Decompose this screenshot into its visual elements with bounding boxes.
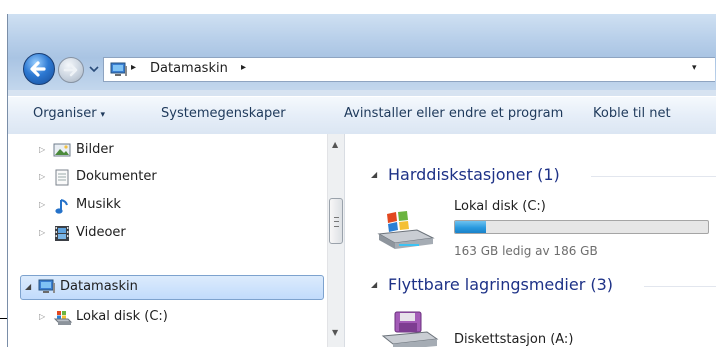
tree-item-label: Lokal disk (C:) [76,309,168,324]
address-bar[interactable]: ▸ Datamaskin ▸ ▾ [103,57,715,82]
breadcrumb-computer[interactable]: Datamaskin [150,61,228,76]
computer-icon [110,62,128,82]
group-header-hard-drives[interactable]: ◢ Harddiskstasjoner (1) [371,165,716,187]
tree-item-label: Datamaskin [60,279,138,294]
scroll-down-icon[interactable]: ▼ [332,328,338,337]
group-rule [591,176,716,177]
explorer-window: ▸ Datamaskin ▸ ▾ Organiser ▾ Systemegensk… [7,14,716,347]
chevron-down-icon [89,66,99,73]
tree-item-label: Musikk [76,197,121,212]
tree-item-computer[interactable]: ◢ Datamaskin [8,279,308,299]
expand-arrow-icon[interactable]: ▷ [39,200,45,209]
computer-icon [38,279,56,299]
documents-library-icon [53,169,71,190]
tree-item-documents[interactable]: ▷ Dokumenter [8,169,308,189]
drive-usage-fill [455,221,487,233]
tree-item-label: Bilder [76,142,114,157]
nav-pane-scrollbar[interactable]: ▲ ▼ [327,134,345,347]
drive-item-floppy[interactable]: Diskettstasjon (A:) [375,310,710,347]
organize-label: Organiser [33,106,97,121]
recent-pages-dropdown[interactable] [88,62,100,76]
group-title: Flyttbare lagringsmedier (3) [388,275,614,294]
collapse-arrow-icon[interactable]: ◢ [371,170,377,179]
group-header-removable-storage[interactable]: ◢ Flyttbare lagringsmedier (3) [371,275,716,297]
group-title: Harddiskstasjoner (1) [388,165,560,184]
back-button[interactable] [23,53,55,85]
floppy-drive-icon [381,310,439,347]
drive-name: Lokal disk (C:) [454,199,546,214]
organize-button[interactable]: Organiser ▾ [33,106,105,121]
content-pane: ◢ Harddiskstasjoner (1) Lokal disk (C:) … [345,134,716,347]
pictures-library-icon [53,142,71,162]
system-properties-button[interactable]: Systemegenskaper [161,106,286,121]
hard-drive-icon [375,208,437,256]
expand-arrow-icon[interactable]: ▷ [39,172,45,181]
scroll-up-icon[interactable]: ▲ [332,140,338,149]
command-bar: Organiser ▾ Systemegenskaper Avinstaller … [8,96,716,135]
uninstall-program-button[interactable]: Avinstaller eller endre et program [344,106,563,121]
arrow-right-icon [63,63,78,77]
local-disk-icon [53,309,73,330]
group-rule [644,286,716,287]
breadcrumb-separator[interactable]: ▸ [131,62,136,73]
videos-library-icon [53,225,71,246]
address-dropdown-button[interactable]: ▾ [692,63,697,73]
tree-item-local-disk[interactable]: ▷ Lokal disk (C:) [8,309,308,329]
tree-item-label: Videoer [76,225,126,240]
breadcrumb-separator[interactable]: ▸ [241,62,246,73]
tree-item-music[interactable]: ▷ Musikk [8,197,308,217]
scrollbar-thumb[interactable] [329,198,343,244]
collapse-arrow-icon[interactable]: ◢ [25,282,31,291]
drive-name: Diskettstasjon (A:) [454,332,574,347]
tree-item-videos[interactable]: ▷ Videoer [8,225,308,245]
chevron-down-icon: ▾ [100,110,106,120]
map-network-drive-button[interactable]: Koble til net [593,106,671,121]
expand-arrow-icon[interactable]: ▷ [39,228,45,237]
expand-arrow-icon[interactable]: ▷ [39,312,45,321]
forward-button[interactable] [58,57,84,83]
tree-item-label: Dokumenter [76,169,157,184]
arrow-left-icon [30,61,46,77]
drive-usage-bar [454,220,709,234]
drive-free-space: 163 GB ledig av 186 GB [454,244,598,258]
collapse-arrow-icon[interactable]: ◢ [371,280,377,289]
expand-arrow-icon[interactable]: ▷ [39,145,45,154]
title-glass-area [8,14,716,94]
tree-item-pictures[interactable]: ▷ Bilder [8,142,308,162]
music-library-icon [53,197,71,219]
navigation-pane: ▷ Bilder ▷ Dokumenter ▷ Musikk ▷ Videoer… [8,134,327,347]
